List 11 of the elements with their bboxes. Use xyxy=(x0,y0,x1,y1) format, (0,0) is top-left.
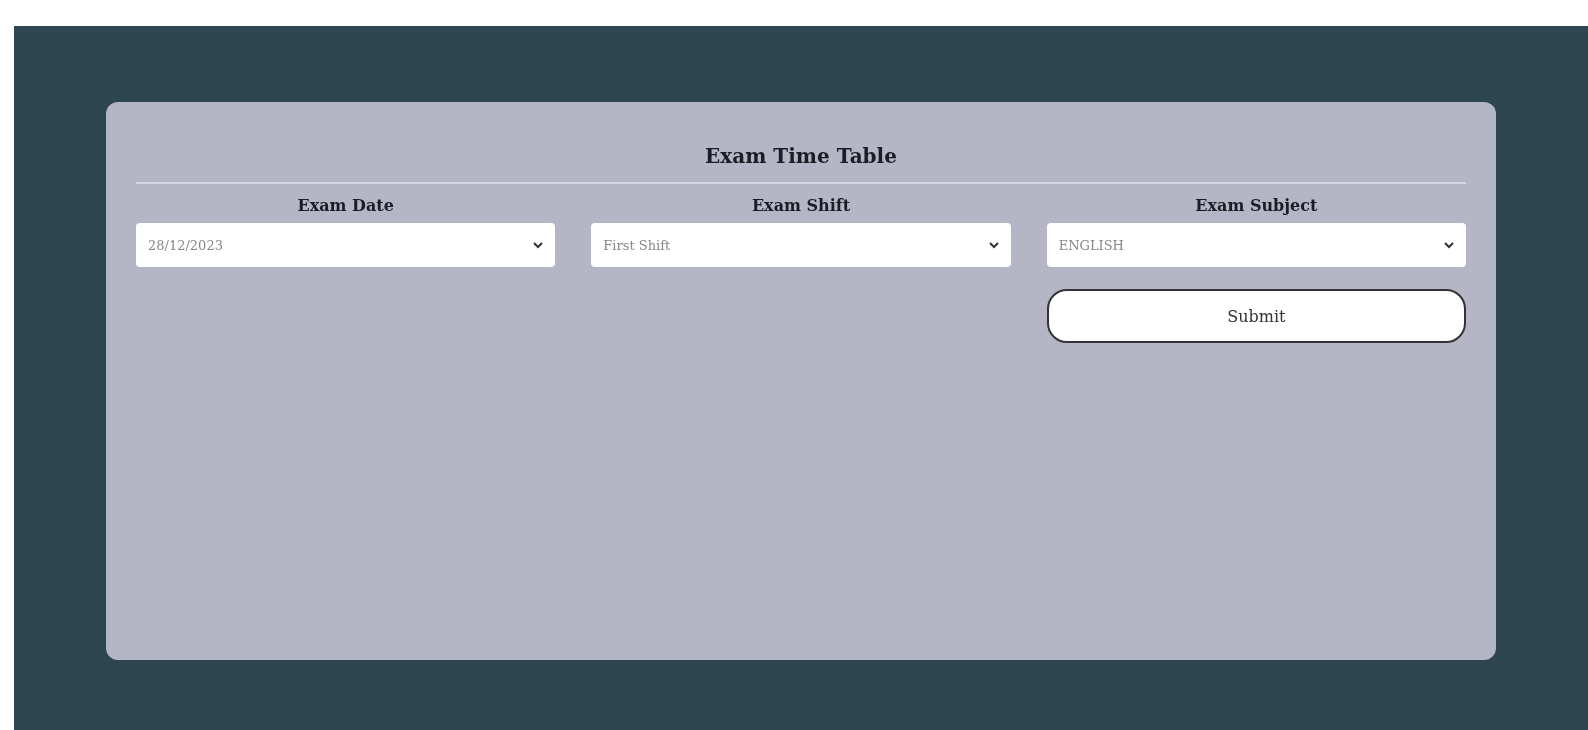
field-label: Exam Shift xyxy=(750,196,852,215)
card-title: Exam Time Table xyxy=(136,130,1466,184)
chevron-icon xyxy=(533,241,544,249)
dropdown-field[interactable]: 28/12/2023 xyxy=(136,223,556,267)
dropdown-field[interactable]: ENGLISH xyxy=(1046,223,1466,267)
dropdown-field[interactable]: First Shift xyxy=(591,223,1011,267)
submit-button[interactable]: Submit xyxy=(1046,289,1466,343)
chevron-icon xyxy=(1444,241,1454,249)
field-label: Exam Subject xyxy=(1194,196,1319,215)
field-label: Exam Date xyxy=(296,196,395,215)
chevron-icon xyxy=(988,241,999,249)
